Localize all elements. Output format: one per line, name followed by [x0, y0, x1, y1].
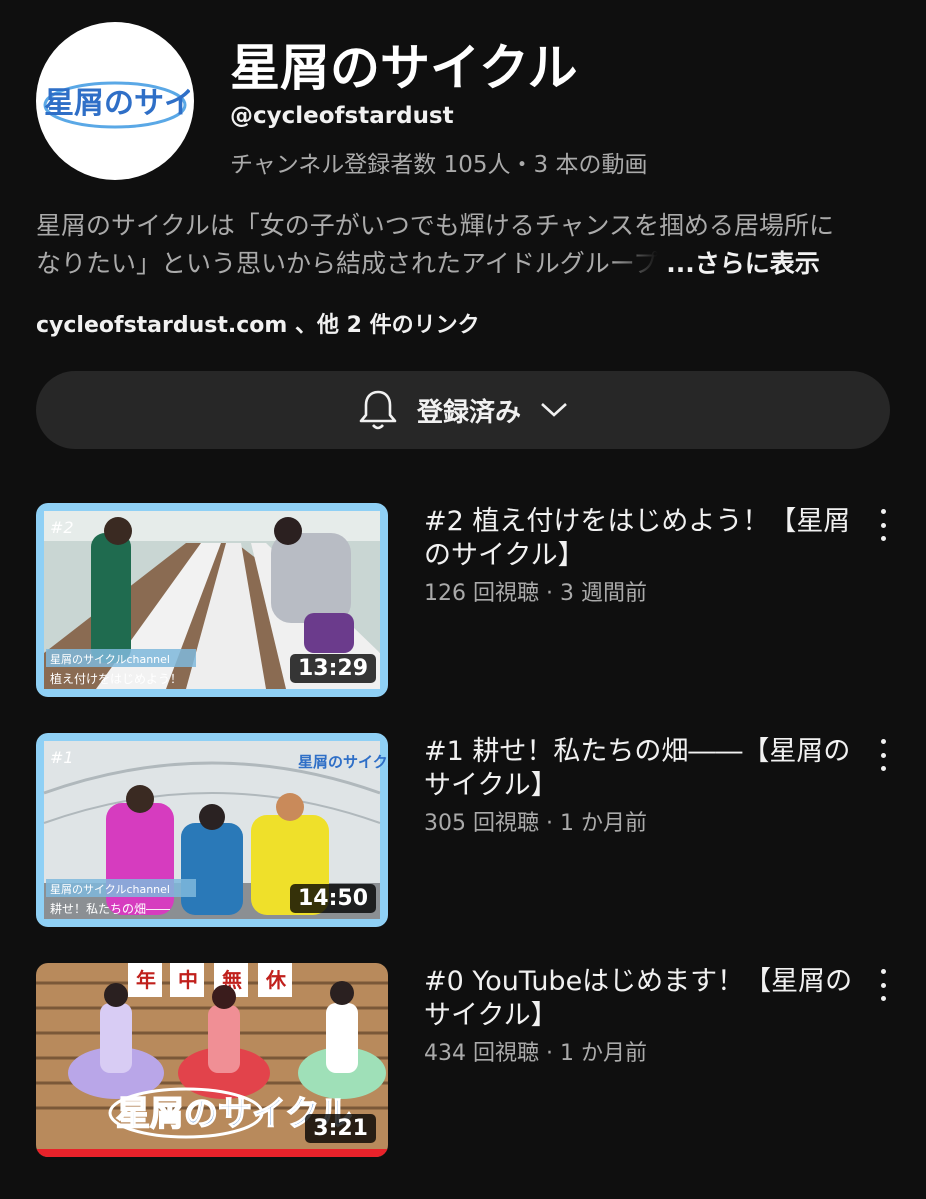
bell-icon	[359, 390, 397, 430]
video-thumbnail[interactable]: 年 中 無 休 星屑のサイクル 3:21	[36, 963, 388, 1157]
subscribed-label: 登録済み	[416, 397, 521, 428]
video-thumbnail[interactable]: #1 星屑のサイクル 星屑のサイクルchannel 耕せ！私たちの畑―― 14:…	[36, 733, 388, 927]
thumb-number: #2	[50, 518, 74, 537]
video-meta: 126 回視聴 · 3 週間前	[424, 581, 647, 606]
video-meta: 305 回視聴 · 1 か月前	[424, 811, 647, 836]
sign-char: 年	[136, 968, 156, 992]
video-item[interactable]: 年 中 無 休 星屑のサイクル 3:21 #0 YouTubeはじめます！【星屑…	[36, 963, 890, 1157]
video-title[interactable]: #0 YouTubeはじめます！【星屑のサイクル】	[424, 965, 854, 1033]
logo-text: 星屑のサイクル	[44, 86, 190, 121]
channel-logo: 星屑のサイクル	[43, 81, 190, 129]
channel-avatar[interactable]: 星屑のサイクル	[36, 22, 194, 180]
chevron-down-icon	[541, 403, 567, 417]
channel-name: 星屑のサイクル	[230, 39, 578, 97]
video-title[interactable]: #2 植え付けをはじめよう！【星屑のサイクル】	[424, 505, 854, 573]
video-duration: 3:21	[305, 1114, 376, 1143]
more-options-icon[interactable]	[876, 969, 890, 1001]
video-meta: 434 回視聴 · 1 か月前	[424, 1041, 647, 1066]
channel-links[interactable]: cycleofstardust.com 、他 2 件のリンク	[36, 307, 480, 339]
thumb-number: #1	[50, 748, 74, 767]
description-fade: ープ	[609, 249, 659, 278]
thumb-caption-top: 星屑のサイクルchannel	[50, 653, 170, 666]
thumb-caption-bottom: 植え付けをはじめよう！	[50, 671, 182, 686]
video-duration: 13:29	[289, 654, 376, 683]
channel-description[interactable]: 星屑のサイクルは「女の子がいつでも輝けるチャンスを掴める居場所に なりたい」とい…	[36, 207, 896, 283]
thumb-caption-bottom: 耕せ！私たちの畑――	[50, 901, 170, 916]
video-title[interactable]: #1 耕せ！私たちの畑――【星屑のサイクル】	[424, 735, 854, 803]
video-item[interactable]: #1 星屑のサイクル 星屑のサイクルchannel 耕せ！私たちの畑―― 14:…	[36, 733, 890, 927]
more-options-icon[interactable]	[876, 509, 890, 541]
sign-char: 休	[265, 968, 287, 992]
description-line-1: 星屑のサイクルは「女の子がいつでも輝けるチャンスを掴める居場所に	[36, 211, 835, 240]
video-item[interactable]: #2 星屑のサイクルchannel 植え付けをはじめよう！ 13:29 #2 植…	[36, 503, 890, 697]
show-more-link[interactable]: ...さらに表示	[666, 249, 820, 278]
thumb-logo: 星屑のサイクル	[298, 753, 388, 771]
subscribed-button[interactable]: 登録済み	[36, 371, 890, 449]
description-line-2: なりたい」という思いから結成されたアイドルグループ ...さらに表示	[36, 245, 896, 283]
more-options-icon[interactable]	[876, 739, 890, 771]
channel-stats: チャンネル登録者数 105人・3 本の動画	[230, 152, 648, 178]
sign-char: 中	[178, 968, 198, 992]
video-duration: 14:50	[289, 884, 376, 913]
video-thumbnail[interactable]: #2 星屑のサイクルchannel 植え付けをはじめよう！ 13:29	[36, 503, 388, 697]
thumb-caption-top: 星屑のサイクルchannel	[50, 883, 170, 896]
channel-handle: @cycleofstardust	[230, 103, 454, 129]
description-text: なりたい」という思いから結成されたアイドルグル	[36, 249, 610, 278]
